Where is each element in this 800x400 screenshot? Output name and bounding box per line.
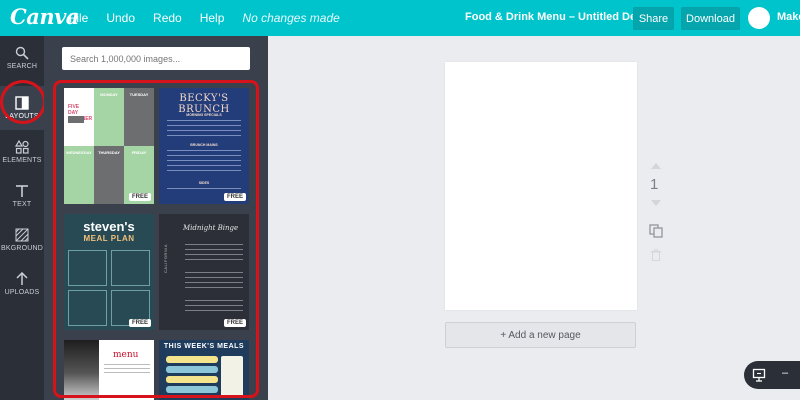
menu-bar: File Undo Redo Help No changes made (69, 11, 340, 25)
layouts-icon (15, 96, 29, 110)
top-bar: Canva File Undo Redo Help No changes mad… (0, 0, 800, 36)
elements-icon (15, 140, 29, 154)
help-menu[interactable]: Help (200, 11, 225, 25)
template-midnight-binge[interactable]: Midnight Binge CALIFORNIA FREE (159, 214, 249, 330)
free-badge: FREE (223, 193, 246, 201)
template-title: steven's (83, 219, 135, 234)
section-label: MORNING SPECIALS (186, 113, 222, 117)
template-five-day-planner[interactable]: FIVE DAY PLANNER MONDAY TUESDAY WEDNESDA… (64, 88, 154, 204)
add-page-button[interactable]: + Add a new page (445, 322, 636, 348)
copy-page-icon[interactable] (649, 224, 663, 238)
present-icon[interactable] (752, 368, 766, 382)
image-search-input[interactable] (62, 47, 250, 70)
make-label[interactable]: Make (777, 11, 800, 23)
free-badge: FREE (128, 319, 151, 327)
template-menu[interactable]: menu (64, 340, 154, 400)
rail-item-elements[interactable]: ELEMENTS (0, 130, 44, 174)
move-page-up-icon[interactable] (651, 163, 661, 169)
design-page[interactable] (445, 62, 637, 310)
section-label: BRUNCH MAINS (190, 143, 218, 147)
template-title: menu (113, 350, 139, 360)
rail-label-uploads: UPLOADS (4, 289, 40, 296)
template-subtitle: MEAL PLAN (83, 234, 135, 243)
text-icon (16, 185, 28, 197)
section-label: SIDES (198, 181, 210, 185)
template-title: THIS WEEK'S MEALS (163, 343, 245, 350)
rail-label-search: SEARCH (6, 63, 38, 70)
rail-item-background[interactable]: BKGROUND (0, 218, 44, 262)
rail-item-layouts[interactable]: LAYOUTS (0, 86, 44, 130)
template-photo (64, 340, 99, 400)
template-beckys-brunch[interactable]: BECKY'S BRUNCH MORNING SPECIALS BRUNCH M… (159, 88, 249, 204)
template-title: Midnight Binge (183, 224, 239, 232)
rail-label-elements: ELEMENTS (2, 157, 42, 164)
day-label: TUESDAY (129, 92, 149, 97)
side-rail: SEARCH LAYOUTS ELEMENTS TEXT BKGROUND UP… (0, 36, 44, 400)
page-number: 1 (650, 176, 659, 193)
rail-item-uploads[interactable]: UPLOADS (0, 262, 44, 306)
template-stevens-meal-plan[interactable]: steven's MEAL PLAN FREE (64, 214, 154, 330)
search-icon (15, 46, 29, 60)
share-button[interactable]: Share (633, 7, 674, 30)
make-toggle[interactable] (748, 7, 770, 29)
template-this-weeks-meals[interactable]: THIS WEEK'S MEALS (159, 340, 249, 400)
day-label: THURSDAY (98, 150, 120, 155)
rail-label-layouts: LAYOUTS (5, 113, 39, 120)
move-page-down-icon[interactable] (651, 200, 661, 206)
template-title: BECKY'S BRUNCH (178, 93, 230, 115)
rail-item-search[interactable]: SEARCH (0, 36, 44, 80)
rail-label-text: TEXT (12, 201, 32, 208)
trash-icon[interactable] (650, 249, 662, 261)
redo-button[interactable]: Redo (153, 11, 182, 25)
day-label: WEDNESDAY (66, 150, 92, 155)
undo-button[interactable]: Undo (106, 11, 135, 25)
day-label: MONDAY (100, 92, 118, 97)
rail-label-background: BKGROUND (0, 245, 44, 252)
background-icon (15, 228, 29, 242)
side-text: CALIFORNIA (163, 244, 168, 274)
file-menu[interactable]: File (69, 11, 88, 25)
rail-item-text[interactable]: TEXT (0, 174, 44, 218)
download-button[interactable]: Download (681, 7, 740, 30)
zoom-out-icon[interactable]: – (782, 367, 788, 379)
save-status: No changes made (242, 11, 340, 25)
free-badge: FREE (128, 193, 151, 201)
free-badge: FREE (223, 319, 246, 327)
day-label: FRIDAY (131, 150, 147, 155)
document-title[interactable]: Food & Drink Menu – Untitled Design (465, 11, 659, 23)
upload-icon (16, 272, 28, 285)
